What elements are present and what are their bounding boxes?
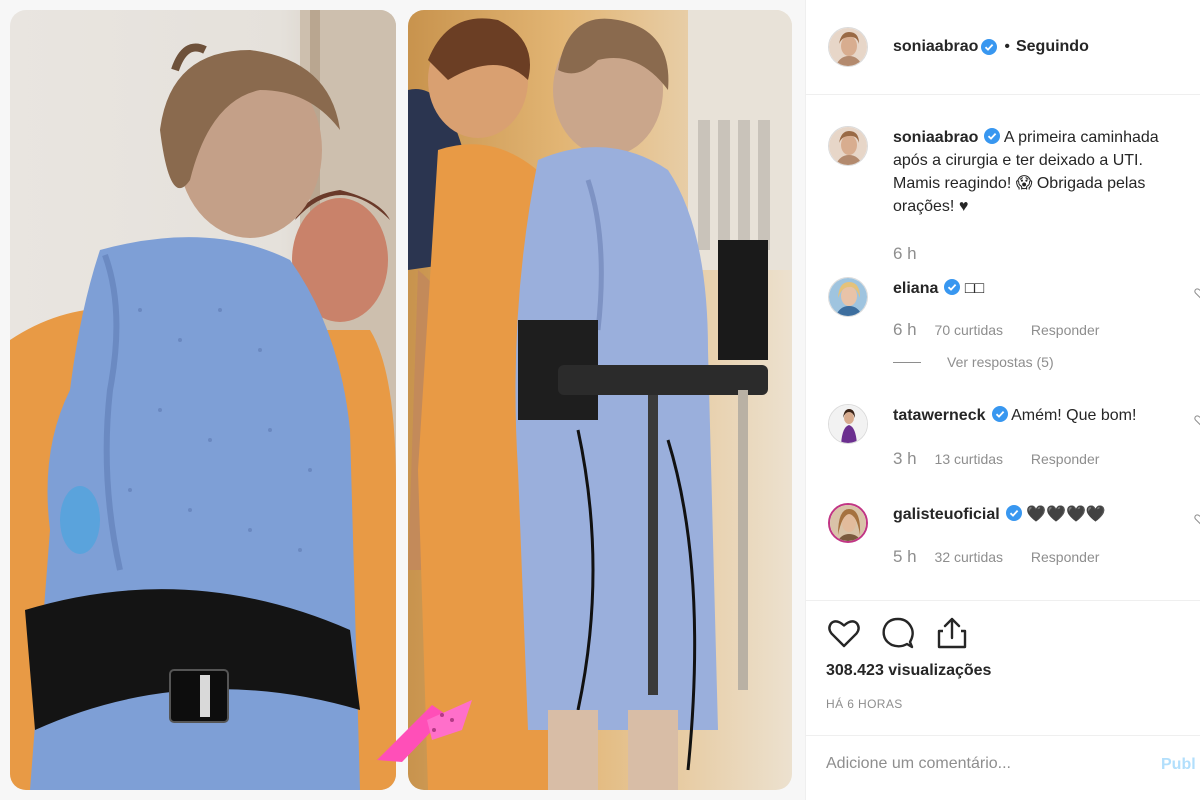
post-sidebar: soniaabrao • Seguindo soniaabrao A prime… bbox=[806, 0, 1200, 800]
comment-author-username[interactable]: galisteuoficial bbox=[893, 506, 1000, 523]
photo-left-illustration bbox=[10, 10, 396, 790]
verified-badge-icon bbox=[991, 406, 1008, 422]
avatar[interactable] bbox=[828, 503, 868, 543]
comment-reply-button[interactable]: Responder bbox=[1031, 322, 1100, 338]
caption-body: soniaabrao A primeira caminhada após a c… bbox=[893, 126, 1193, 218]
comment-author-username[interactable]: tatawerneck bbox=[893, 407, 986, 424]
comment-meta: 6 h 70 curtidas Responder bbox=[893, 320, 1099, 340]
avatar[interactable] bbox=[828, 126, 868, 166]
avatar-soniaabrao-image bbox=[829, 28, 867, 66]
verified-badge-icon bbox=[944, 279, 961, 295]
comment-text: Amém! Que bom! bbox=[1011, 407, 1137, 424]
comment-like-heart-icon[interactable] bbox=[1194, 414, 1200, 426]
comment-time[interactable]: 5 h bbox=[893, 547, 917, 566]
comment-button[interactable] bbox=[880, 615, 916, 651]
comment-author-username[interactable]: eliana bbox=[893, 280, 938, 297]
comment-reply-button[interactable]: Responder bbox=[1031, 451, 1100, 467]
comment-body: eliana □□ bbox=[893, 277, 1193, 317]
avatar-galisteuoficial-image bbox=[830, 505, 866, 541]
avatar-tatawerneck-image bbox=[829, 405, 867, 443]
comment-likes-count[interactable]: 13 curtidas bbox=[935, 451, 1003, 467]
view-replies-link[interactable]: Ver respostas (5) bbox=[893, 354, 1054, 370]
post-timestamp[interactable]: HÁ 6 HORAS bbox=[826, 697, 903, 711]
comment-item: tatawerneck Amém! Que bom! bbox=[828, 404, 1200, 444]
caption-time[interactable]: 6 h bbox=[893, 244, 917, 263]
comment-body: galisteuoficial 🖤🖤🖤🖤 bbox=[893, 503, 1193, 543]
comment-meta: 5 h 32 curtidas Responder bbox=[893, 547, 1099, 567]
comment-time[interactable]: 6 h bbox=[893, 320, 917, 339]
comment-text: 🖤🖤🖤🖤 bbox=[1026, 506, 1106, 523]
views-count[interactable]: 308.423 visualizações bbox=[826, 662, 991, 680]
comment-like-heart-icon[interactable] bbox=[1194, 513, 1200, 525]
post-author-username[interactable]: soniaabrao bbox=[893, 38, 978, 56]
avatar[interactable] bbox=[828, 27, 868, 67]
comment-bubble-icon bbox=[882, 617, 914, 649]
avatar[interactable] bbox=[828, 277, 868, 317]
actions-divider bbox=[806, 600, 1200, 601]
avatar-soniaabrao-image bbox=[829, 127, 867, 165]
verified-badge-icon bbox=[1005, 505, 1022, 521]
verified-badge-icon bbox=[981, 39, 998, 55]
publish-button[interactable]: Publ bbox=[1161, 756, 1196, 774]
share-button[interactable] bbox=[934, 615, 970, 651]
follow-status-button[interactable]: Seguindo bbox=[1016, 38, 1089, 56]
comment-time[interactable]: 3 h bbox=[893, 449, 917, 468]
verified-badge-icon bbox=[984, 128, 1001, 144]
comment-like-heart-icon[interactable] bbox=[1194, 287, 1200, 299]
post-photo-right bbox=[408, 10, 792, 790]
comment-likes-count[interactable]: 70 curtidas bbox=[935, 322, 1003, 338]
comment-item: eliana □□ bbox=[828, 277, 1200, 317]
watermark-logo bbox=[377, 700, 472, 762]
like-button[interactable] bbox=[826, 615, 862, 651]
view-replies-label: Ver respostas (5) bbox=[947, 354, 1054, 370]
comment-meta: 3 h 13 curtidas Responder bbox=[893, 449, 1099, 469]
post-caption: soniaabrao A primeira caminhada após a c… bbox=[828, 126, 1200, 218]
comment-text: □□ bbox=[964, 280, 985, 297]
post-header: soniaabrao • Seguindo bbox=[806, 0, 1200, 95]
comment-body: tatawerneck Amém! Que bom! bbox=[893, 404, 1193, 444]
photo-right-illustration bbox=[408, 10, 792, 790]
avatar[interactable] bbox=[828, 404, 868, 444]
comment-reply-button[interactable]: Responder bbox=[1031, 549, 1100, 565]
avatar-eliana-image bbox=[829, 278, 867, 316]
post-media[interactable] bbox=[0, 0, 806, 800]
follow-separator: • bbox=[1004, 38, 1010, 55]
add-comment-input[interactable] bbox=[826, 755, 1126, 773]
comment-likes-count[interactable]: 32 curtidas bbox=[935, 549, 1003, 565]
caption-author-username[interactable]: soniaabrao bbox=[893, 129, 978, 146]
post-actions bbox=[826, 615, 988, 651]
heart-outline-icon bbox=[828, 620, 860, 648]
view-replies-line bbox=[893, 361, 921, 363]
caption-meta: 6 h bbox=[893, 244, 931, 264]
share-icon bbox=[937, 617, 967, 649]
post-photo-left bbox=[10, 10, 396, 790]
comment-item: galisteuoficial 🖤🖤🖤🖤 bbox=[828, 503, 1200, 543]
